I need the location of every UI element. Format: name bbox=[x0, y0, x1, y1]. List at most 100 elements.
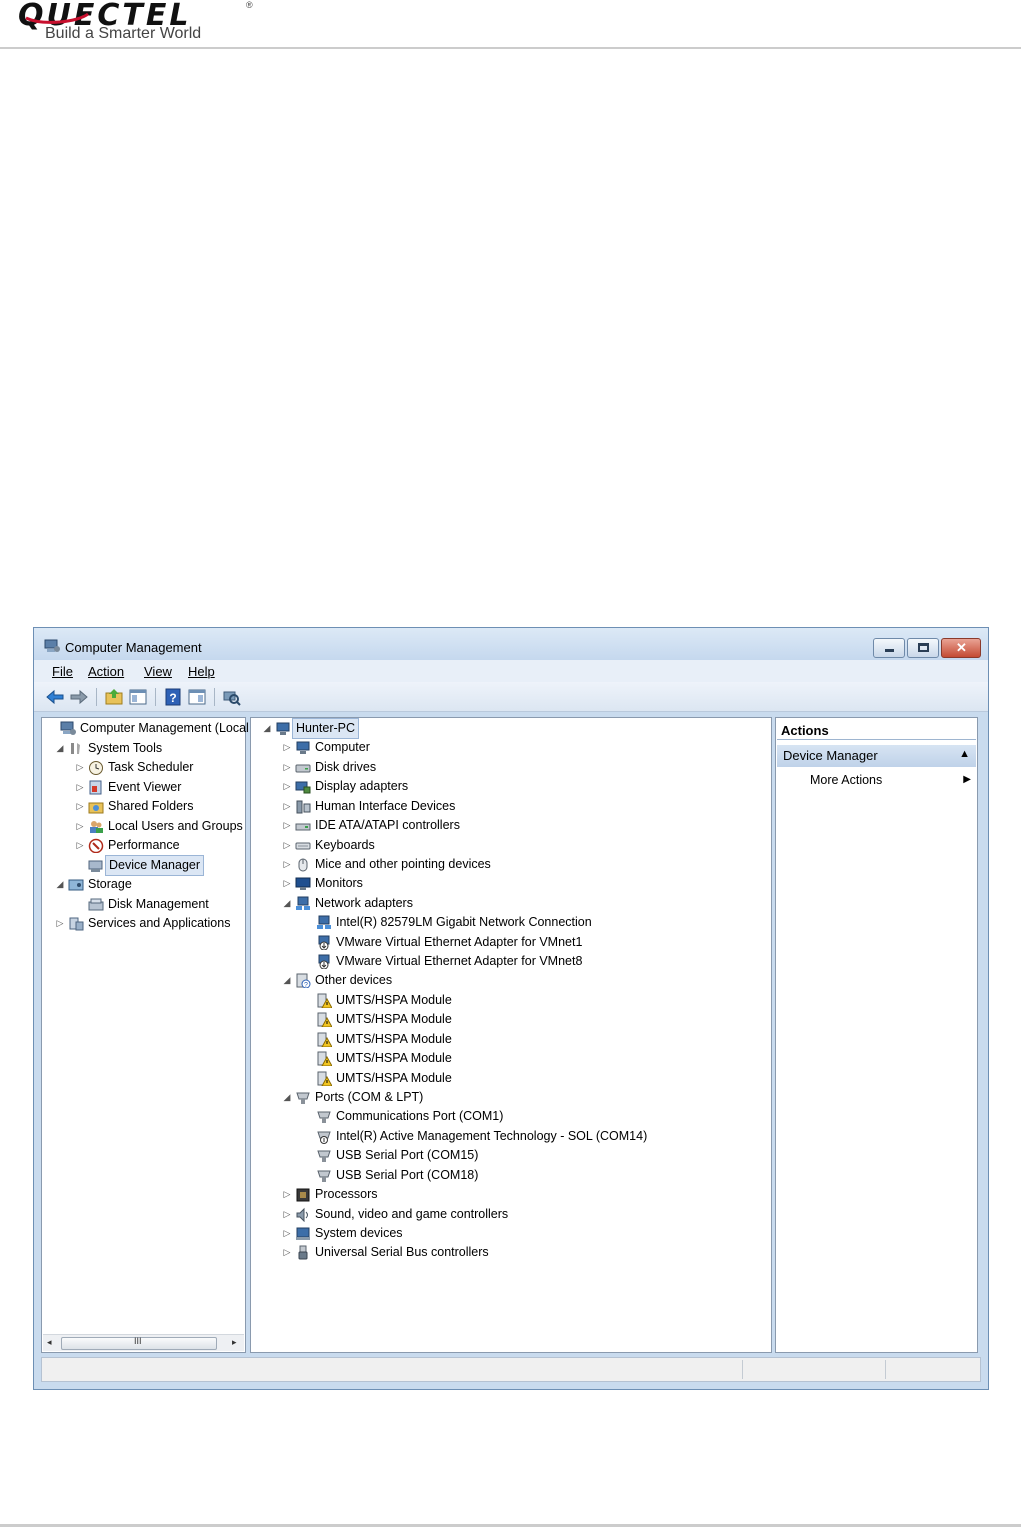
svg-text:?: ? bbox=[304, 982, 308, 988]
toolbar-separator bbox=[96, 688, 97, 706]
close-button[interactable]: ✕ bbox=[941, 638, 981, 658]
expand-arrow-icon[interactable]: ▷ bbox=[281, 855, 293, 874]
maximize-button[interactable] bbox=[907, 638, 939, 658]
device-tree-label: VMware Virtual Ethernet Adapter for VMne… bbox=[336, 954, 583, 969]
actions-section-device-manager[interactable]: Device Manager ▲ bbox=[777, 745, 976, 767]
show-hide-console-tree-icon[interactable] bbox=[128, 687, 148, 707]
expand-arrow-icon[interactable]: ▷ bbox=[281, 836, 293, 855]
port-icon bbox=[317, 1170, 331, 1182]
status-bar bbox=[41, 1357, 981, 1382]
device-tree-label: Mice and other pointing devices bbox=[315, 856, 491, 871]
registered-mark: ® bbox=[246, 0, 253, 10]
warning-device-icon bbox=[317, 993, 332, 1008]
expand-arrow-icon[interactable]: ▷ bbox=[74, 836, 86, 855]
actions-pane: Actions Device Manager ▲ More Actions ▶ bbox=[775, 717, 978, 1353]
collapse-arrow-icon[interactable]: ◢ bbox=[54, 739, 66, 758]
computer-management-icon bbox=[44, 639, 60, 652]
expand-arrow-icon[interactable]: ▷ bbox=[74, 817, 86, 836]
collapse-arrow-icon[interactable]: ◢ bbox=[261, 719, 273, 738]
menu-file[interactable]: File bbox=[52, 664, 73, 679]
console-tree-label: Event Viewer bbox=[108, 779, 182, 794]
collapse-arrow-icon[interactable]: ◢ bbox=[281, 971, 293, 990]
storage-icon bbox=[68, 879, 84, 891]
console-tree-label: System Tools bbox=[88, 740, 163, 755]
system-tools-icon bbox=[71, 742, 80, 754]
expand-arrow-icon[interactable]: ▷ bbox=[74, 778, 86, 797]
expand-arrow-icon[interactable]: ▷ bbox=[281, 1243, 293, 1262]
logo-tagline: Build a Smarter World bbox=[45, 25, 202, 42]
console-tree: ◂ III ▸ Computer Management (Local ◢ Syste… bbox=[41, 717, 249, 1353]
more-actions-item[interactable]: More Actions bbox=[810, 773, 882, 787]
collapse-arrow-icon[interactable]: ◢ bbox=[281, 894, 293, 913]
up-folder-icon[interactable] bbox=[104, 687, 124, 707]
warning-device-icon bbox=[317, 1012, 332, 1028]
device-tree-label: Monitors bbox=[315, 876, 363, 891]
expand-arrow-icon[interactable]: ▷ bbox=[281, 797, 293, 816]
unknown-device-icon: ? bbox=[296, 973, 311, 989]
collapse-icon[interactable]: ▲ bbox=[959, 748, 970, 760]
expand-arrow-icon[interactable]: ▷ bbox=[281, 1185, 293, 1204]
device-tree-label: Processors bbox=[315, 1187, 378, 1202]
device-tree-label: USB Serial Port (COM15) bbox=[336, 1148, 479, 1163]
expand-arrow-icon[interactable]: ▷ bbox=[281, 1224, 293, 1243]
expand-arrow-icon[interactable]: ▷ bbox=[74, 797, 86, 816]
scrollbar-thumb[interactable]: III bbox=[61, 1336, 217, 1350]
console-tree-label: Shared Folders bbox=[108, 799, 194, 813]
console-tree-label: Disk Management bbox=[108, 896, 209, 911]
disk-drive-icon bbox=[295, 764, 311, 773]
expand-arrow-icon[interactable]: ▷ bbox=[281, 1205, 293, 1224]
minimize-icon bbox=[885, 649, 894, 652]
scroll-right-arrow-icon[interactable]: ▸ bbox=[232, 1337, 237, 1348]
device-tree-label: Network adapters bbox=[315, 895, 413, 910]
menu-help[interactable]: Help bbox=[188, 664, 215, 679]
computer-icon bbox=[276, 722, 290, 735]
usb-icon bbox=[298, 1245, 308, 1260]
expand-arrow-icon[interactable]: ▷ bbox=[281, 777, 293, 796]
menu-view[interactable]: View bbox=[144, 664, 172, 679]
device-tree-label: UMTS/HSPA Module bbox=[336, 992, 452, 1007]
show-hide-action-pane-icon[interactable] bbox=[187, 687, 207, 707]
expand-arrow-icon[interactable]: ▷ bbox=[54, 914, 66, 933]
scan-hardware-icon[interactable] bbox=[221, 687, 241, 707]
processor-icon bbox=[296, 1188, 310, 1202]
device-tree-label: Hunter-PC bbox=[292, 718, 360, 739]
device-tree-label: UMTS/HSPA Module bbox=[336, 1031, 452, 1046]
expand-arrow-icon[interactable]: ▷ bbox=[281, 816, 293, 835]
menu-action[interactable]: Action bbox=[88, 664, 124, 679]
services-icon bbox=[69, 917, 84, 931]
actions-section-label: Device Manager bbox=[783, 748, 878, 763]
back-arrow-icon[interactable] bbox=[45, 687, 65, 707]
menu-bar: File Action View Help bbox=[34, 660, 988, 682]
mouse-icon bbox=[298, 858, 308, 872]
expand-arrow-icon[interactable]: ▷ bbox=[74, 758, 86, 777]
port-icon bbox=[317, 1111, 331, 1124]
network-adapter-disabled-icon bbox=[318, 935, 330, 950]
document-header: QUECTEL ® Build a Smarter World bbox=[0, 0, 1021, 49]
expand-arrow-icon[interactable]: ▷ bbox=[281, 874, 293, 893]
ide-controller-icon bbox=[295, 823, 311, 831]
window-title: Computer Management bbox=[65, 640, 202, 655]
console-tree-label: Local Users and Groups bbox=[108, 818, 243, 833]
console-tree-label: Storage bbox=[88, 877, 132, 891]
actions-heading: Actions bbox=[777, 720, 976, 740]
device-tree-label: USB Serial Port (COM18) bbox=[336, 1167, 479, 1182]
scroll-left-arrow-icon[interactable]: ◂ bbox=[47, 1337, 52, 1348]
warning-device-icon bbox=[317, 1051, 332, 1067]
device-tree-label: Intel(R) Active Management Technology - … bbox=[336, 1128, 648, 1143]
performance-icon bbox=[88, 838, 104, 853]
warning-device-icon bbox=[317, 1071, 332, 1086]
horizontal-scrollbar[interactable]: ◂ III ▸ bbox=[43, 1334, 244, 1351]
console-tree-label: Computer Management (Local bbox=[80, 721, 249, 735]
console-tree-label: Device Manager bbox=[105, 854, 205, 876]
forward-arrow-icon[interactable] bbox=[69, 687, 89, 707]
scrollbar-grip: III bbox=[134, 1336, 142, 1346]
expand-arrow-icon[interactable]: ▷ bbox=[281, 738, 293, 757]
collapse-arrow-icon[interactable]: ◢ bbox=[54, 875, 66, 894]
expand-arrow-icon[interactable]: ▷ bbox=[281, 758, 293, 777]
clock-icon bbox=[89, 761, 103, 775]
device-tree-label: Other devices bbox=[315, 973, 393, 988]
help-icon[interactable]: ? bbox=[163, 687, 183, 707]
collapse-arrow-icon[interactable]: ◢ bbox=[281, 1088, 293, 1107]
minimize-button[interactable] bbox=[873, 638, 905, 658]
title-bar[interactable]: Computer Management ✕ bbox=[34, 628, 988, 660]
